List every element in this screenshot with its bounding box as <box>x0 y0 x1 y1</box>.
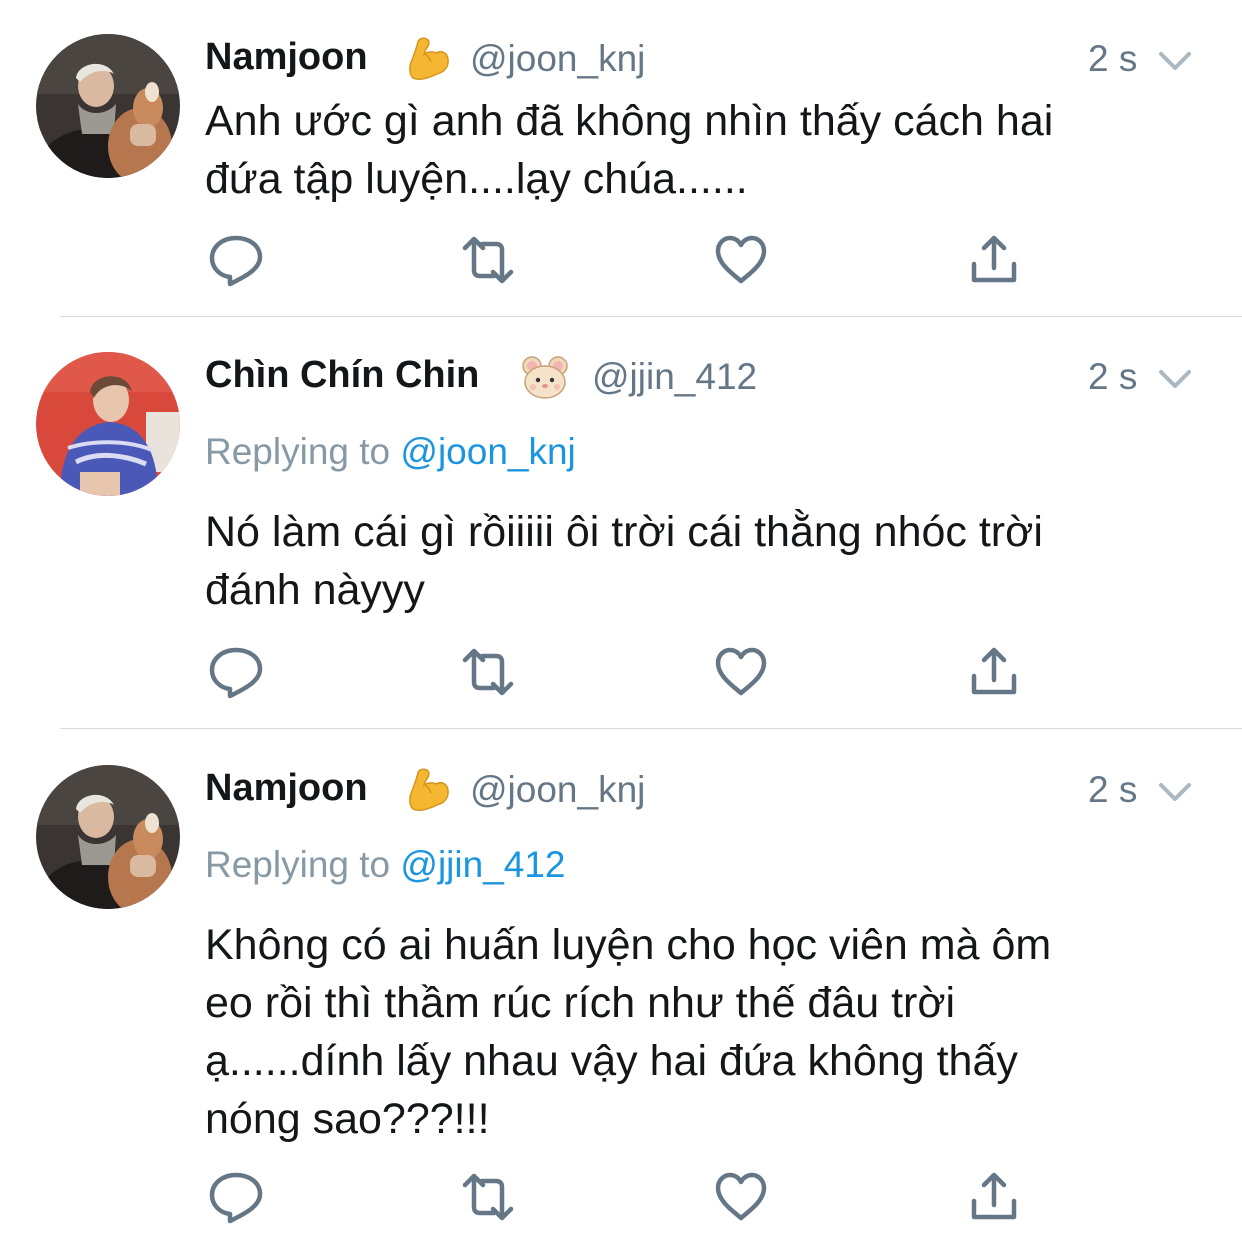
tweet-3[interactable]: Namjoon @joon_knj 2 s Replying to @jjin_… <box>0 729 1242 1251</box>
mention-link[interactable]: @jjin_412 <box>400 844 565 885</box>
display-name[interactable]: Chìn Chín Chin <box>205 354 479 397</box>
tweet-text-line: Không có ai huấn luyện cho học viên mà ô… <box>205 921 1052 969</box>
hamster-icon <box>520 352 570 402</box>
chevron-down-icon[interactable] <box>1155 46 1195 76</box>
reply-icon[interactable] <box>208 1169 264 1225</box>
timestamp[interactable]: 2 s <box>1088 356 1137 398</box>
tweet-text-line: ạ......dính lấy nhau vậy hai đứa không t… <box>205 1037 1018 1085</box>
tweet-1[interactable]: Namjoon @joon_knj 2 s Anh ước gì anh đã … <box>0 0 1242 316</box>
tweet-2[interactable]: Chìn Chín Chin @jjin_412 2 s Replying to… <box>0 317 1242 727</box>
tweet-text: Anh ước gì anh đã không nhìn thấy cách h… <box>205 92 1195 208</box>
mention-link[interactable]: @joon_knj <box>400 431 575 472</box>
tweet-text-line: đứa tập luyện....lạy chúa...... <box>205 155 748 203</box>
user-handle[interactable]: @jjin_412 <box>592 356 757 398</box>
reply-icon[interactable] <box>208 232 264 288</box>
heart-icon[interactable] <box>713 232 769 288</box>
tweet-text-line: nóng sao???!!! <box>205 1095 490 1143</box>
flexed-biceps-icon <box>403 765 453 815</box>
user-handle[interactable]: @joon_knj <box>470 38 645 80</box>
avatar[interactable] <box>36 352 180 496</box>
reply-icon[interactable] <box>208 644 264 700</box>
tweet-text: Nó làm cái gì rồiiiii ôi trời cái thằng … <box>205 503 1195 619</box>
flexed-biceps-icon <box>403 34 453 84</box>
timestamp[interactable]: 2 s <box>1088 38 1137 80</box>
tweet-text-line: eo rồi thì thầm rúc rích như thế đâu trờ… <box>205 979 956 1027</box>
avatar[interactable] <box>36 765 180 909</box>
heart-icon[interactable] <box>713 1169 769 1225</box>
timestamp[interactable]: 2 s <box>1088 769 1137 811</box>
retweet-icon[interactable] <box>460 232 516 288</box>
tweet-text: Không có ai huấn luyện cho học viên mà ô… <box>205 916 1195 1148</box>
chevron-down-icon[interactable] <box>1155 777 1195 807</box>
tweet-text-line: Nó làm cái gì rồiiiii ôi trời cái thằng … <box>205 508 1043 556</box>
share-icon[interactable] <box>966 644 1022 700</box>
retweet-icon[interactable] <box>460 644 516 700</box>
replying-to: Replying to @jjin_412 <box>205 844 566 886</box>
replying-label: Replying to <box>205 844 391 885</box>
display-name[interactable]: Namjoon <box>205 767 368 810</box>
retweet-icon[interactable] <box>460 1169 516 1225</box>
user-handle[interactable]: @joon_knj <box>470 769 645 811</box>
chevron-down-icon[interactable] <box>1155 364 1195 394</box>
heart-icon[interactable] <box>713 644 769 700</box>
avatar[interactable] <box>36 34 180 178</box>
tweet-text-line: đánh nàyyy <box>205 566 425 614</box>
replying-to: Replying to @joon_knj <box>205 431 576 473</box>
replying-label: Replying to <box>205 431 391 472</box>
tweet-text-line: Anh ước gì anh đã không nhìn thấy cách h… <box>205 97 1054 145</box>
display-name[interactable]: Namjoon <box>205 36 368 79</box>
share-icon[interactable] <box>966 1169 1022 1225</box>
share-icon[interactable] <box>966 232 1022 288</box>
